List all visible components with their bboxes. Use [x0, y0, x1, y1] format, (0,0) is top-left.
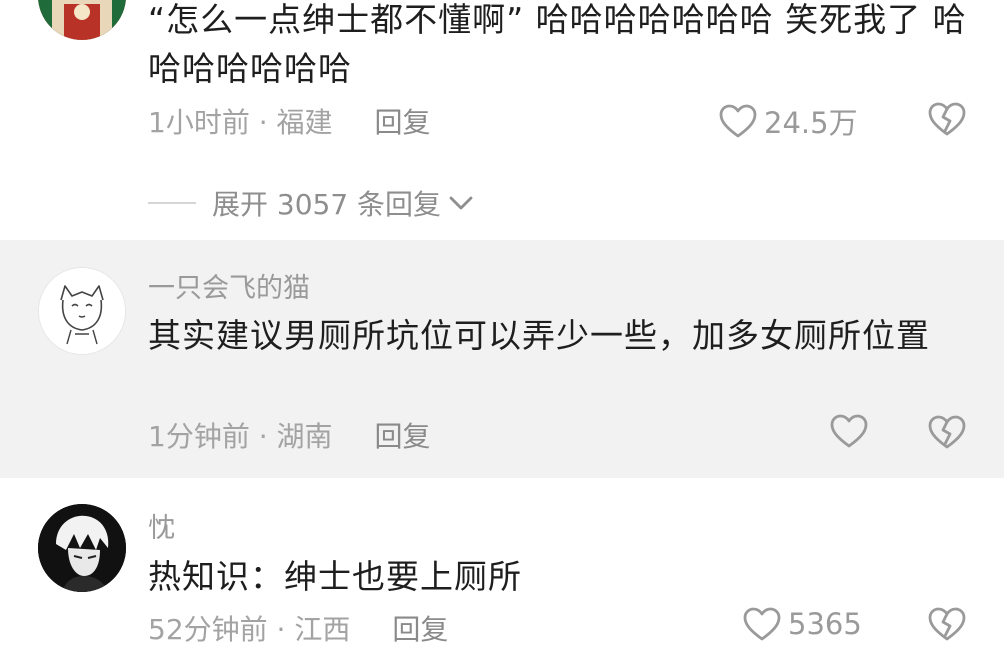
dislike-button[interactable] [927, 101, 967, 141]
dislike-button[interactable] [927, 606, 967, 646]
comment-text: “怎么一点绅士都不懂啊” 哈哈哈哈哈哈哈 笑死我了 哈哈哈哈哈哈哈 [148, 0, 967, 88]
comment-text: 其实建议男厕所坑位可以弄少一些，加多女厕所位置 [148, 316, 930, 355]
reply-button[interactable]: 回复 [392, 608, 448, 648]
heart-outline-icon [743, 607, 781, 641]
expand-replies-button[interactable]: 展开 3057 条回复 [148, 183, 475, 223]
like-count: 24.5万 [764, 106, 858, 140]
time-location: 1小时前 · 福建 [148, 106, 333, 139]
like-button[interactable] [829, 413, 869, 449]
avatar[interactable] [38, 504, 126, 592]
comment-meta: 1分钟前 · 湖南 回复 [148, 415, 431, 455]
username[interactable]: 一只会飞的猫 [148, 266, 310, 305]
dislike-button[interactable] [927, 414, 967, 454]
like-count: 5365 [788, 607, 862, 641]
comment-meta: 52分钟前 · 江西 回复 [148, 608, 448, 648]
comment-item: 忱 热知识：绅士也要上厕所 52分钟前 · 江西 回复 5365 [0, 478, 1004, 646]
avatar[interactable] [38, 267, 126, 355]
time-location: 1分钟前 · 湖南 [148, 420, 333, 453]
comment-item: 一只会飞的猫 其实建议男厕所坑位可以弄少一些，加多女厕所位置 1分钟前 · 湖南… [0, 240, 1004, 478]
heart-outline-icon [830, 414, 868, 448]
like-button[interactable]: 24.5万 [718, 100, 858, 142]
heart-outline-icon [719, 104, 757, 138]
reply-button[interactable]: 回复 [375, 101, 431, 141]
time-location: 52分钟前 · 江西 [148, 613, 351, 646]
comment-text: 热知识：绅士也要上厕所 [148, 557, 522, 596]
reply-button[interactable]: 回复 [375, 415, 431, 455]
avatar[interactable] [38, 0, 126, 40]
broken-heart-icon [928, 607, 966, 641]
username[interactable]: 忱 [148, 506, 175, 545]
broken-heart-icon [928, 102, 966, 136]
comment-meta: 1小时前 · 福建 回复 [148, 101, 431, 141]
comment-item: “怎么一点绅士都不懂啊” 哈哈哈哈哈哈哈 笑死我了 哈哈哈哈哈哈哈 1小时前 ·… [0, 0, 1004, 240]
like-button[interactable]: 5365 [742, 606, 862, 642]
chevron-down-icon [449, 196, 473, 210]
expand-divider [148, 202, 196, 204]
broken-heart-icon [928, 415, 966, 449]
expand-replies-label: 展开 3057 条回复 [212, 188, 442, 221]
